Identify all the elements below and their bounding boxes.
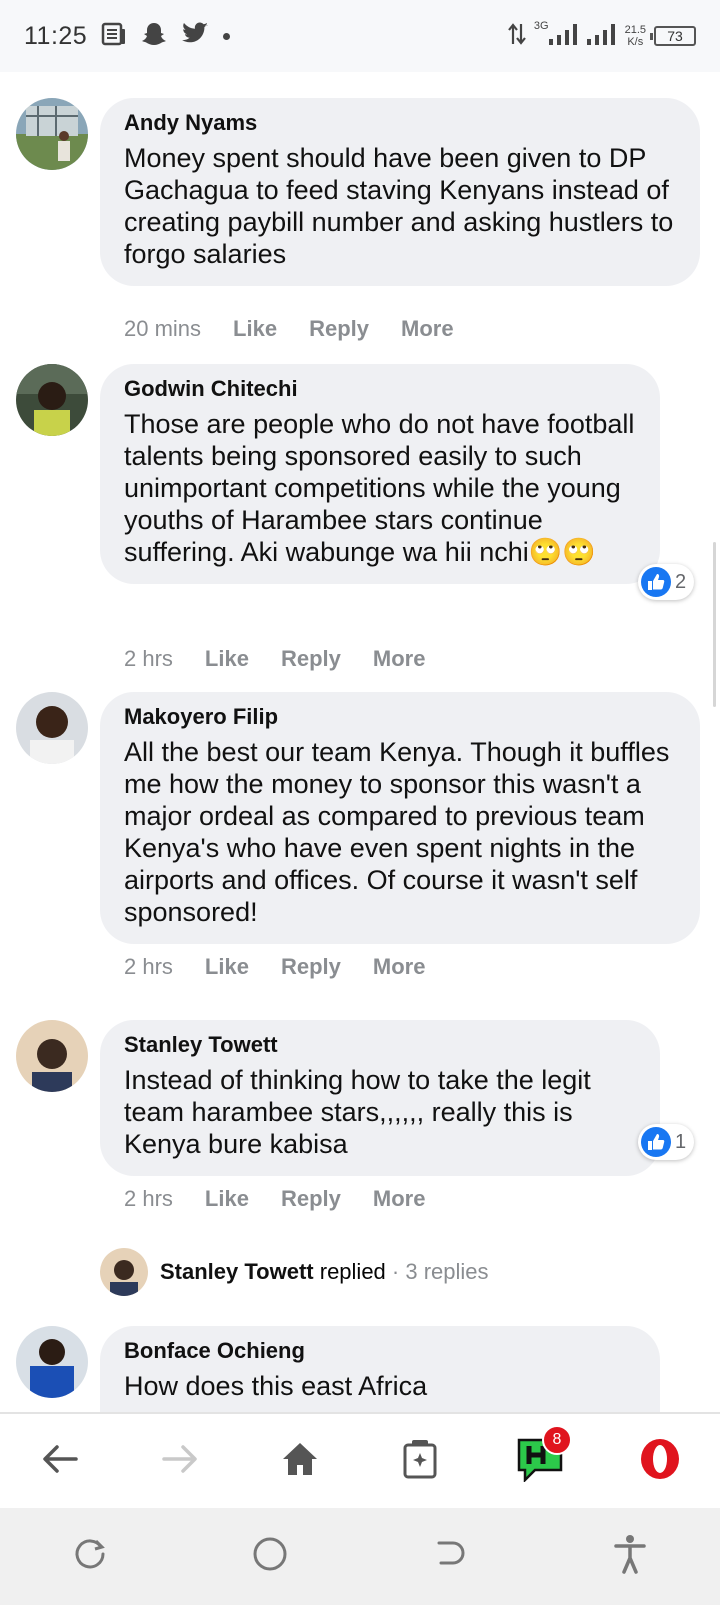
recents-icon [73, 1537, 107, 1576]
reply-button[interactable]: Reply [281, 954, 341, 980]
reply-avatar [100, 1248, 148, 1296]
comment-text: Money spent should have been given to DP… [124, 143, 674, 269]
comment-author[interactable]: Bonface Ochieng [124, 1338, 636, 1364]
comment-author[interactable]: Stanley Towett [124, 1032, 636, 1058]
comment-time[interactable]: 2 hrs [124, 954, 173, 980]
network-speed-value: 21.5 [624, 24, 646, 36]
comment-author[interactable]: Godwin Chitechi [124, 376, 636, 402]
notification-badge: 8 [542, 1425, 572, 1455]
comment-text: Instead of thinking how to take the legi… [124, 1065, 591, 1159]
comment-actions: 2 hrs Like Reply More [124, 646, 425, 672]
arrow-left-icon [42, 1444, 78, 1479]
avatar[interactable] [16, 364, 88, 436]
reply-button[interactable]: Reply [309, 316, 369, 342]
arrow-right-icon [162, 1444, 198, 1479]
comment-bubble[interactable]: Makoyero Filip All the best our team Ken… [100, 692, 700, 944]
comment-time[interactable]: 2 hrs [124, 1186, 173, 1212]
reply-author: Stanley Towett [160, 1259, 314, 1284]
status-time: 11:25 [24, 21, 88, 50]
opera-logo-icon [639, 1438, 681, 1485]
avatar[interactable] [16, 692, 88, 764]
comment-time[interactable]: 20 mins [124, 316, 201, 342]
battery-icon: 73 [650, 26, 696, 46]
network-speed: 21.5 K/s [625, 24, 646, 48]
comment-author[interactable]: Makoyero Filip [124, 704, 676, 730]
reaction-number: 2 [675, 570, 687, 593]
comment-author[interactable]: Andy Nyams [124, 110, 676, 136]
avatar[interactable] [16, 1020, 88, 1092]
comment-text: All the best our team Kenya. Though it b… [124, 737, 670, 927]
data-transfer-icon [508, 22, 526, 51]
network-type: 3G [533, 20, 549, 32]
browser-toolbar: 8 [0, 1412, 720, 1508]
home-button[interactable] [270, 1431, 330, 1491]
comment-bubble[interactable]: Stanley Towett Instead of thinking how t… [100, 1020, 660, 1176]
status-bar: 11:25 3G 21.5 K/s 73 [0, 0, 720, 72]
avatar[interactable] [16, 98, 88, 170]
reply-count: · 3 replies [391, 1259, 489, 1284]
snapchat-icon [141, 21, 167, 52]
more-button[interactable]: More [373, 646, 426, 672]
home-icon [281, 1441, 319, 1482]
system-back-button[interactable] [420, 1527, 480, 1587]
screen: 11:25 3G 21.5 K/s 73 Andy Nyams Money sp… [0, 0, 720, 1605]
comment-time[interactable]: 2 hrs [124, 646, 173, 672]
comments-list[interactable]: Andy Nyams Money spent should have been … [0, 72, 720, 1412]
twitter-icon [181, 21, 209, 51]
comment-text: How does this east Africa [124, 1371, 428, 1401]
network-speed-unit: K/s [627, 36, 644, 48]
opera-menu-button[interactable] [630, 1431, 690, 1491]
reply-button[interactable]: Reply [281, 646, 341, 672]
news-hub-button[interactable]: 8 [510, 1425, 572, 1491]
comment-bubble[interactable]: Andy Nyams Money spent should have been … [100, 98, 700, 286]
like-button[interactable]: Like [205, 954, 249, 980]
scrollbar[interactable] [713, 542, 716, 707]
more-button[interactable]: More [373, 1186, 426, 1212]
more-notifications-dot [223, 32, 231, 40]
comment-bubble[interactable]: Bonface Ochieng How does this east Afric… [100, 1326, 660, 1412]
status-right: 3G 21.5 K/s 73 [508, 20, 696, 51]
like-button[interactable]: Like [233, 316, 277, 342]
signal-icon-2 [586, 23, 617, 50]
comment-bubble[interactable]: Godwin Chitechi Those are people who do … [100, 364, 660, 584]
like-reaction-icon [641, 1127, 671, 1157]
battery-level: 73 [667, 28, 683, 44]
comment-actions: 2 hrs Like Reply More [124, 954, 425, 980]
comment-actions: 2 hrs Like Reply More [124, 1186, 425, 1212]
system-home-button[interactable] [240, 1527, 300, 1587]
back-gesture-icon [433, 1537, 467, 1576]
tabs-button[interactable] [390, 1431, 450, 1491]
system-navigation-bar [0, 1508, 720, 1605]
tabs-icon [402, 1439, 438, 1484]
notification-icons [101, 21, 231, 52]
like-button[interactable]: Like [205, 646, 249, 672]
comment-text: Those are people who do not have footbal… [124, 409, 635, 567]
like-reaction-icon [641, 567, 671, 597]
more-button[interactable]: More [373, 954, 426, 980]
view-replies-link[interactable]: Stanley Towett replied · 3 replies [100, 1248, 489, 1296]
reaction-number: 1 [675, 1130, 687, 1153]
reaction-count[interactable]: 2 [638, 564, 695, 600]
comment-actions: 20 mins Like Reply More [124, 316, 454, 342]
reaction-count[interactable]: 1 [638, 1124, 695, 1160]
accessibility-icon [613, 1534, 647, 1579]
more-button[interactable]: More [401, 316, 454, 342]
accessibility-button[interactable] [600, 1527, 660, 1587]
signal-icon-1 [548, 23, 579, 50]
forward-button[interactable] [150, 1431, 210, 1491]
back-button[interactable] [30, 1431, 90, 1491]
like-button[interactable]: Like [205, 1186, 249, 1212]
reply-button[interactable]: Reply [281, 1186, 341, 1212]
news-icon [101, 21, 127, 52]
reply-verb: replied [319, 1259, 386, 1284]
avatar[interactable] [16, 1326, 88, 1398]
circle-home-icon [252, 1536, 288, 1577]
recents-button[interactable] [60, 1527, 120, 1587]
